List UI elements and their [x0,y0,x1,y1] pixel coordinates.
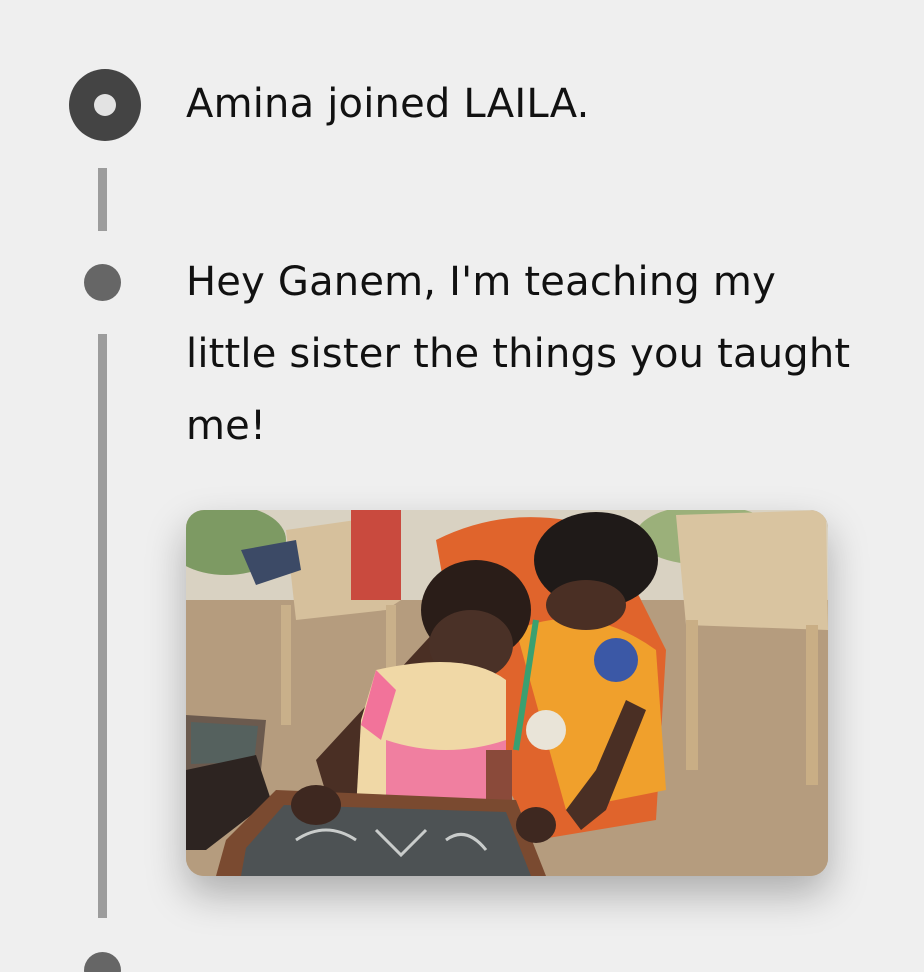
timeline-node-current-icon [69,69,141,141]
timeline-connector [98,334,107,918]
timeline-node-icon [84,952,121,972]
post-photo[interactable] [186,510,828,876]
timeline-event-text: Hey Ganem, I'm teaching my little sister… [186,259,851,449]
activity-timeline: Amina joined LAILA. Hey Ganem, I'm teach… [0,0,924,972]
timeline-node-icon [84,264,121,301]
photo-of-woman-teaching-child-on-chalkboard-icon [186,510,828,876]
timeline-connector [98,168,107,231]
timeline-event-text: Amina joined LAILA. [186,81,590,127]
